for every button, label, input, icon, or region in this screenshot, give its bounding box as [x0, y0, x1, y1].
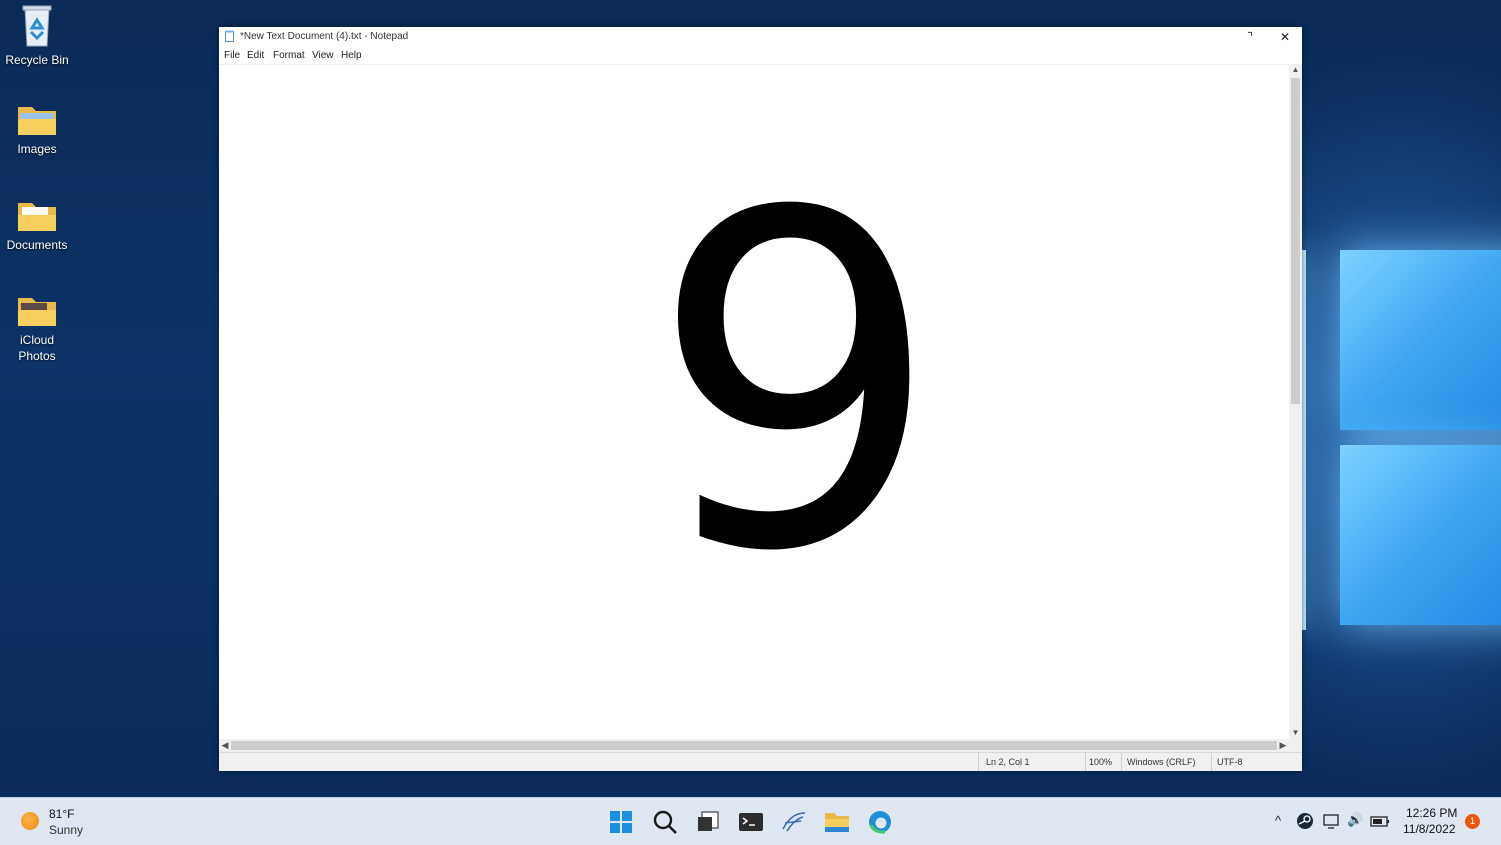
desktop-icon-label: Images — [17, 142, 57, 156]
task-view-icon[interactable] — [695, 809, 721, 835]
battery-icon[interactable] — [1370, 812, 1390, 830]
folder-icon — [18, 107, 56, 135]
desktop-icon-label: Recycle Bin — [5, 53, 69, 67]
tray-overflow-chevron[interactable]: ^ — [1275, 813, 1281, 828]
weather-temperature: 81°F — [49, 807, 75, 821]
vertical-scrollbar[interactable]: ▲ ▼ — [1289, 64, 1302, 739]
notification-badge[interactable]: 1 — [1465, 814, 1480, 829]
title-bar[interactable]: *New Text Document (4).txt - Notepad ⌝ ✕ — [219, 27, 1302, 47]
search-icon[interactable] — [652, 809, 678, 835]
desktop-icon-recycle-bin[interactable]: Recycle Bin — [0, 4, 74, 68]
desktop-icon-icloud-photos[interactable]: iCloud Photos — [0, 294, 74, 364]
menu-file[interactable]: File — [224, 50, 240, 61]
notepad-icon — [225, 30, 234, 42]
edge-icon[interactable] — [867, 809, 893, 835]
close-button[interactable]: ✕ — [1268, 27, 1302, 47]
maximize-button[interactable]: ⌝ — [1233, 27, 1267, 47]
scroll-right-icon[interactable]: ▶ — [1277, 739, 1289, 752]
status-zoom: 100% — [1089, 757, 1113, 767]
desktop-icon-documents[interactable]: Documents — [0, 199, 74, 253]
taskbar: 81°F Sunny ^ 🔊 12:26 PM 11/8/2022 1 — [0, 797, 1501, 845]
clock-date[interactable]: 11/8/2022 — [1403, 822, 1456, 836]
terminal-icon[interactable] — [738, 809, 764, 835]
folder-icon — [18, 203, 56, 231]
window-title: *New Text Document (4).txt - Notepad — [240, 31, 409, 42]
steam-icon[interactable] — [1296, 812, 1314, 830]
network-icon[interactable] — [1322, 812, 1340, 830]
clock-time[interactable]: 12:26 PM — [1406, 806, 1457, 820]
horizontal-scrollbar[interactable]: ◀ ▶ — [219, 739, 1289, 752]
editor-text: 9 — [649, 117, 942, 652]
windows-start-icon[interactable] — [608, 809, 634, 835]
folder-icon — [18, 298, 56, 326]
status-encoding: UTF-8 — [1217, 757, 1243, 767]
desktop-icon-label: Documents — [6, 238, 68, 252]
desktop-icon-label: iCloud Photos — [18, 333, 56, 363]
menu-format[interactable]: Format — [273, 50, 305, 61]
vertical-scroll-thumb[interactable] — [1291, 78, 1300, 404]
menu-help[interactable]: Help — [341, 50, 362, 61]
menu-edit[interactable]: Edit — [247, 50, 264, 61]
windows-logo-wallpaper — [1300, 250, 1501, 630]
scroll-up-icon[interactable]: ▲ — [1289, 64, 1302, 76]
volume-icon[interactable]: 🔊 — [1347, 812, 1363, 828]
status-bar: Ln 2, Col 1 100% Windows (CRLF) UTF-8 — [219, 752, 1302, 771]
horizontal-scroll-thumb[interactable] — [231, 741, 1277, 750]
text-editor[interactable]: 9 — [219, 64, 1289, 740]
status-position: Ln 2, Col 1 — [986, 757, 1030, 767]
desktop-icon-images[interactable]: Images — [0, 103, 74, 157]
file-explorer-icon[interactable] — [824, 809, 850, 835]
notepad-window[interactable]: *New Text Document (4).txt - Notepad ⌝ ✕… — [219, 27, 1302, 771]
status-line-ending: Windows (CRLF) — [1127, 757, 1196, 767]
weather-condition: Sunny — [49, 823, 84, 837]
scroll-down-icon[interactable]: ▼ — [1289, 727, 1302, 739]
recycle-bin-icon — [22, 5, 52, 47]
scroll-left-icon[interactable]: ◀ — [219, 739, 231, 752]
menu-view[interactable]: View — [312, 50, 334, 61]
sun-icon — [21, 812, 39, 830]
scroll-corner — [1289, 739, 1302, 752]
custom-app-icon[interactable] — [781, 809, 807, 835]
